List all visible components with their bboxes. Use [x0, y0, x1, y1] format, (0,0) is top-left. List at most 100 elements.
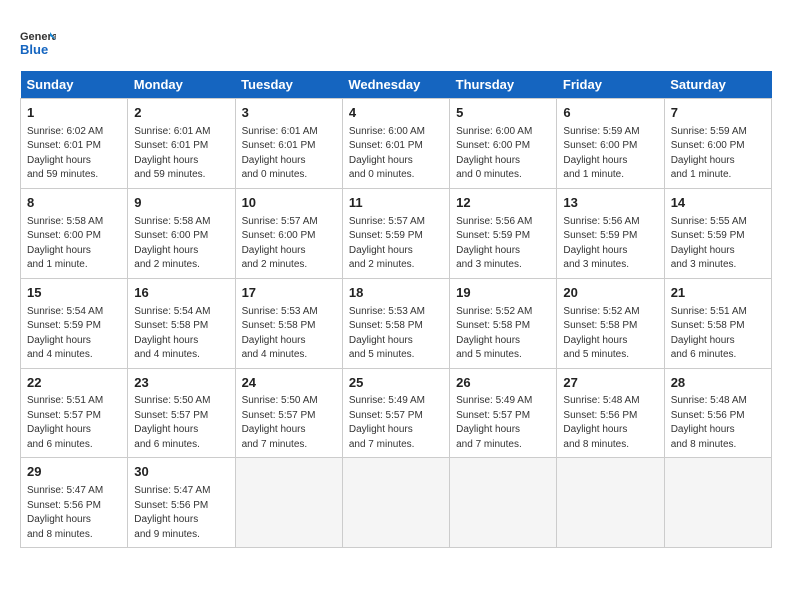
day-info: Sunrise: 5:51 AMSunset: 5:57 PMDaylight …: [27, 395, 103, 450]
day-number: 20: [563, 284, 657, 303]
day-number: 28: [671, 374, 765, 393]
calendar-cell: 18 Sunrise: 5:53 AMSunset: 5:58 PMDayligh…: [342, 278, 449, 368]
day-info: Sunrise: 5:56 AMSunset: 5:59 PMDaylight …: [456, 216, 532, 271]
calendar-cell: [342, 458, 449, 548]
calendar-cell: 14Sunrise: 5:55 AMSunset: 5:59 PMDayligh…: [664, 188, 771, 278]
day-number: 14: [671, 194, 765, 213]
calendar-cell: 3Sunrise: 6:01 AMSunset: 6:01 PMDaylight…: [235, 99, 342, 189]
calendar-cell: 26 Sunrise: 5:49 AMSunset: 5:57 PMDayligh…: [450, 368, 557, 458]
day-number: 6: [563, 104, 657, 123]
calendar-header-tuesday: Tuesday: [235, 71, 342, 99]
day-info: Sunrise: 5:52 AMSunset: 5:58 PMDaylight …: [456, 306, 532, 361]
calendar-cell: 23 Sunrise: 5:50 AMSunset: 5:57 PMDayligh…: [128, 368, 235, 458]
calendar-cell: 22 Sunrise: 5:51 AMSunset: 5:57 PMDayligh…: [21, 368, 128, 458]
day-number: 12: [456, 194, 550, 213]
calendar-cell: 13 Sunrise: 5:56 AMSunset: 5:59 PMDayligh…: [557, 188, 664, 278]
calendar-cell: 9 Sunrise: 5:58 AMSunset: 6:00 PMDaylight…: [128, 188, 235, 278]
day-number: 22: [27, 374, 121, 393]
calendar-cell: [450, 458, 557, 548]
day-info: Sunrise: 5:51 AMSunset: 5:58 PMDaylight …: [671, 306, 747, 361]
calendar-cell: 25 Sunrise: 5:49 AMSunset: 5:57 PMDayligh…: [342, 368, 449, 458]
day-number: 2: [134, 104, 228, 123]
calendar-table: SundayMondayTuesdayWednesdayThursdayFrid…: [20, 71, 772, 548]
day-number: 9: [134, 194, 228, 213]
calendar-header-wednesday: Wednesday: [342, 71, 449, 99]
calendar-week-row: 8Sunrise: 5:58 AMSunset: 6:00 PMDaylight…: [21, 188, 772, 278]
calendar-cell: [557, 458, 664, 548]
day-number: 11: [349, 194, 443, 213]
day-info: Sunrise: 5:48 AMSunset: 5:56 PMDaylight …: [671, 395, 747, 450]
calendar-cell: 6 Sunrise: 5:59 AMSunset: 6:00 PMDaylight…: [557, 99, 664, 189]
page-header: General Blue: [20, 20, 772, 67]
day-info: Sunrise: 5:52 AMSunset: 5:58 PMDaylight …: [563, 306, 639, 361]
day-info: Sunrise: 6:01 AMSunset: 6:01 PMDaylight …: [134, 126, 210, 181]
day-info: Sunrise: 5:47 AMSunset: 5:56 PMDaylight …: [134, 485, 210, 540]
day-info: Sunrise: 5:59 AMSunset: 6:00 PMDaylight …: [563, 126, 639, 181]
day-info: Sunrise: 5:50 AMSunset: 5:57 PMDaylight …: [134, 395, 210, 450]
day-number: 17: [242, 284, 336, 303]
calendar-cell: 7Sunrise: 5:59 AMSunset: 6:00 PMDaylight…: [664, 99, 771, 189]
calendar-cell: 2 Sunrise: 6:01 AMSunset: 6:01 PMDaylight…: [128, 99, 235, 189]
calendar-cell: 5Sunrise: 6:00 AMSunset: 6:00 PMDaylight…: [450, 99, 557, 189]
calendar-week-row: 1Sunrise: 6:02 AMSunset: 6:01 PMDaylight…: [21, 99, 772, 189]
day-info: Sunrise: 5:47 AMSunset: 5:56 PMDaylight …: [27, 485, 103, 540]
day-info: Sunrise: 5:49 AMSunset: 5:57 PMDaylight …: [456, 395, 532, 450]
day-info: Sunrise: 5:58 AMSunset: 6:00 PMDaylight …: [27, 216, 103, 271]
day-info: Sunrise: 5:53 AMSunset: 5:58 PMDaylight …: [349, 306, 425, 361]
calendar-cell: 10Sunrise: 5:57 AMSunset: 6:00 PMDayligh…: [235, 188, 342, 278]
calendar-cell: 27Sunrise: 5:48 AMSunset: 5:56 PMDayligh…: [557, 368, 664, 458]
calendar-cell: 24 Sunrise: 5:50 AMSunset: 5:57 PMDayligh…: [235, 368, 342, 458]
calendar-cell: 16 Sunrise: 5:54 AMSunset: 5:58 PMDayligh…: [128, 278, 235, 368]
day-number: 23: [134, 374, 228, 393]
calendar-cell: 11 Sunrise: 5:57 AMSunset: 5:59 PMDayligh…: [342, 188, 449, 278]
day-number: 5: [456, 104, 550, 123]
calendar-header-monday: Monday: [128, 71, 235, 99]
calendar-cell: 8Sunrise: 5:58 AMSunset: 6:00 PMDaylight…: [21, 188, 128, 278]
calendar-cell: 20 Sunrise: 5:52 AMSunset: 5:58 PMDayligh…: [557, 278, 664, 368]
day-number: 25: [349, 374, 443, 393]
calendar-cell: 17 Sunrise: 5:53 AMSunset: 5:58 PMDayligh…: [235, 278, 342, 368]
day-info: Sunrise: 6:01 AMSunset: 6:01 PMDaylight …: [242, 126, 318, 181]
calendar-cell: [235, 458, 342, 548]
day-number: 30: [134, 463, 228, 482]
logo: General Blue: [20, 26, 62, 67]
day-number: 4: [349, 104, 443, 123]
calendar-cell: 21 Sunrise: 5:51 AMSunset: 5:58 PMDayligh…: [664, 278, 771, 368]
calendar-header-sunday: Sunday: [21, 71, 128, 99]
day-number: 10: [242, 194, 336, 213]
day-info: Sunrise: 5:54 AMSunset: 5:58 PMDaylight …: [134, 306, 210, 361]
day-number: 24: [242, 374, 336, 393]
calendar-cell: 1Sunrise: 6:02 AMSunset: 6:01 PMDaylight…: [21, 99, 128, 189]
day-number: 15: [27, 284, 121, 303]
day-info: Sunrise: 6:00 AMSunset: 6:01 PMDaylight …: [349, 126, 425, 181]
calendar-cell: 29Sunrise: 5:47 AMSunset: 5:56 PMDayligh…: [21, 458, 128, 548]
calendar-header-saturday: Saturday: [664, 71, 771, 99]
calendar-cell: 30 Sunrise: 5:47 AMSunset: 5:56 PMDayligh…: [128, 458, 235, 548]
calendar-cell: 4 Sunrise: 6:00 AMSunset: 6:01 PMDaylight…: [342, 99, 449, 189]
day-info: Sunrise: 5:58 AMSunset: 6:00 PMDaylight …: [134, 216, 210, 271]
calendar-cell: 19 Sunrise: 5:52 AMSunset: 5:58 PMDayligh…: [450, 278, 557, 368]
day-number: 26: [456, 374, 550, 393]
calendar-header-thursday: Thursday: [450, 71, 557, 99]
day-number: 13: [563, 194, 657, 213]
day-info: Sunrise: 5:59 AMSunset: 6:00 PMDaylight …: [671, 126, 747, 181]
day-info: Sunrise: 5:56 AMSunset: 5:59 PMDaylight …: [563, 216, 639, 271]
calendar-cell: 12 Sunrise: 5:56 AMSunset: 5:59 PMDayligh…: [450, 188, 557, 278]
calendar-header-friday: Friday: [557, 71, 664, 99]
calendar-week-row: 29Sunrise: 5:47 AMSunset: 5:56 PMDayligh…: [21, 458, 772, 548]
day-info: Sunrise: 5:50 AMSunset: 5:57 PMDaylight …: [242, 395, 318, 450]
day-info: Sunrise: 5:53 AMSunset: 5:58 PMDaylight …: [242, 306, 318, 361]
day-number: 16: [134, 284, 228, 303]
day-number: 1: [27, 104, 121, 123]
day-info: Sunrise: 5:49 AMSunset: 5:57 PMDaylight …: [349, 395, 425, 450]
calendar-header-row: SundayMondayTuesdayWednesdayThursdayFrid…: [21, 71, 772, 99]
day-number: 21: [671, 284, 765, 303]
svg-text:Blue: Blue: [20, 42, 48, 57]
day-info: Sunrise: 5:54 AMSunset: 5:59 PMDaylight …: [27, 306, 103, 361]
day-number: 27: [563, 374, 657, 393]
day-number: 19: [456, 284, 550, 303]
calendar-cell: 28 Sunrise: 5:48 AMSunset: 5:56 PMDayligh…: [664, 368, 771, 458]
day-info: Sunrise: 5:57 AMSunset: 5:59 PMDaylight …: [349, 216, 425, 271]
day-number: 18: [349, 284, 443, 303]
calendar-week-row: 15 Sunrise: 5:54 AMSunset: 5:59 PMDayligh…: [21, 278, 772, 368]
